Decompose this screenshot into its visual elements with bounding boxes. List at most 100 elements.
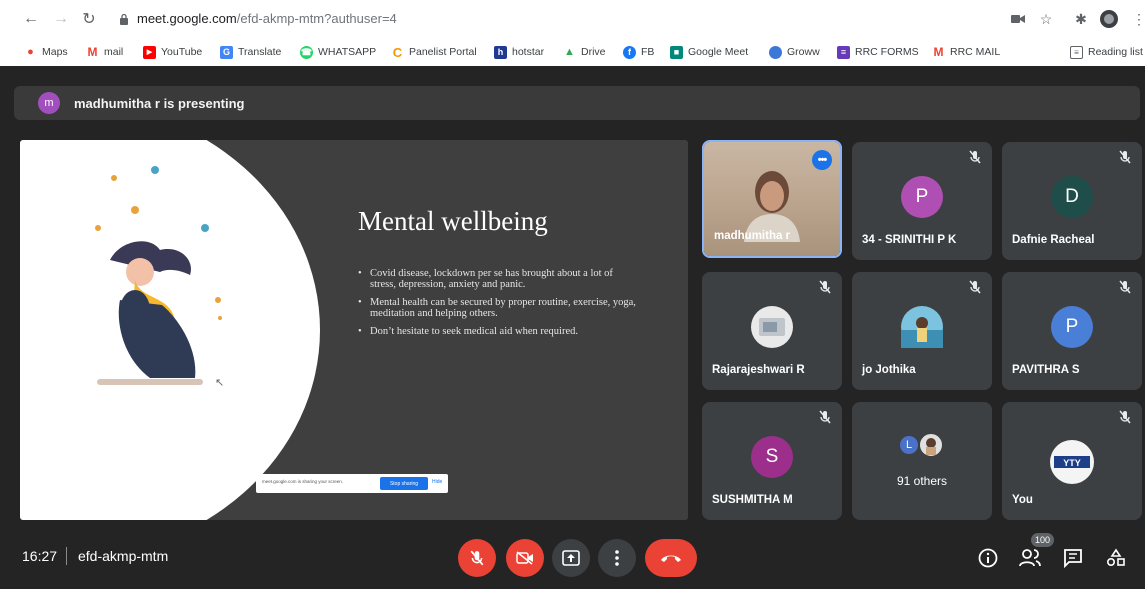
bookmark-google-meet[interactable]: ■ Google Meet bbox=[670, 44, 748, 60]
participant-avatar: S bbox=[751, 436, 793, 478]
reading-list-label: Reading list bbox=[1088, 46, 1143, 58]
bookmark-maps[interactable]: ● Maps bbox=[24, 44, 68, 60]
participant-tile-pavithra[interactable]: P PAVITHRA S bbox=[1002, 272, 1142, 390]
participant-tile-rajarajeshwari[interactable]: Rajarajeshwari R bbox=[702, 272, 842, 390]
participant-photo-avatar bbox=[901, 306, 943, 348]
bookmark-label: RRC FORMS bbox=[855, 46, 919, 58]
chat-icon bbox=[1064, 549, 1082, 568]
bookmark-rrc-mail[interactable]: M RRC MAIL bbox=[932, 44, 1001, 60]
bookmark-panelist-portal[interactable]: C Panelist Portal bbox=[391, 44, 477, 60]
presenting-banner: m madhumitha r is presenting bbox=[14, 86, 1140, 120]
more-options-button[interactable] bbox=[598, 539, 636, 577]
bookmark-label: Groww bbox=[787, 46, 820, 58]
browser-menu-icon[interactable]: ⋮ bbox=[1130, 10, 1145, 28]
meeting-details-button[interactable] bbox=[976, 546, 1000, 570]
others-avatar-letter: L bbox=[898, 434, 920, 456]
mic-toggle-button[interactable] bbox=[458, 539, 496, 577]
participant-name: SUSHMITHA M bbox=[712, 494, 793, 506]
participant-tile-dafnie[interactable]: D Dafnie Racheal bbox=[1002, 142, 1142, 260]
participant-tile-srinithi[interactable]: P 34 - SRINITHI P K bbox=[852, 142, 992, 260]
bookmarks-bar: ● Maps Mmail ▶ YouTube G Translate ☎ WHATSAP… bbox=[0, 38, 1145, 66]
participant-name: madhumitha r bbox=[714, 230, 791, 242]
browser-toolbar: ← → ↻ meet.google.com/efd-akmp-mtm?authu… bbox=[0, 0, 1145, 38]
bookmark-label: Translate bbox=[238, 46, 282, 58]
bookmark-youtube[interactable]: ▶ YouTube bbox=[143, 44, 202, 60]
bookmark-label: Panelist Portal bbox=[409, 46, 477, 58]
activities-button[interactable] bbox=[1104, 546, 1128, 570]
bookmark-fb[interactable]: f FB bbox=[623, 44, 654, 60]
bookmark-whatsapp[interactable]: ☎ WHATSAPP bbox=[300, 44, 376, 60]
participant-tile-you[interactable]: YTY You bbox=[1002, 402, 1142, 520]
address-bar[interactable]: meet.google.com/efd-akmp-mtm?authuser=4 bbox=[137, 11, 397, 26]
hide-button[interactable]: Hide bbox=[432, 479, 442, 485]
profile-avatar-icon[interactable] bbox=[1100, 10, 1118, 28]
bookmark-drive[interactable]: ▲ Drive bbox=[563, 44, 606, 60]
participant-avatar: P bbox=[901, 176, 943, 218]
youtube-icon: ▶ bbox=[143, 45, 156, 59]
maps-pin-icon: ● bbox=[27, 46, 34, 58]
whatsapp-icon: ☎ bbox=[300, 45, 313, 59]
mic-muted-icon bbox=[1119, 150, 1131, 164]
divider bbox=[66, 547, 67, 565]
camera-indicator-icon[interactable] bbox=[1009, 10, 1027, 28]
bookmark-label: Maps bbox=[42, 46, 68, 58]
groww-icon bbox=[769, 45, 782, 59]
participant-photo-avatar bbox=[751, 306, 793, 348]
bookmark-label: hotstar bbox=[512, 46, 545, 58]
present-screen-icon bbox=[562, 550, 580, 566]
extensions-icon[interactable]: ✱ bbox=[1072, 10, 1090, 28]
chat-button[interactable] bbox=[1061, 546, 1085, 570]
participant-name: Rajarajeshwari R bbox=[712, 364, 805, 376]
participant-name: PAVITHRA S bbox=[1012, 364, 1080, 376]
leave-call-button[interactable] bbox=[645, 539, 697, 577]
present-now-button[interactable] bbox=[552, 539, 590, 577]
mic-muted-icon bbox=[1119, 280, 1131, 294]
participant-tile-madhumitha-r[interactable]: ••• madhumitha r bbox=[702, 140, 842, 258]
share-notice-text: meet.google.com is sharing your screen. bbox=[262, 479, 344, 484]
reading-list-icon: ≡ bbox=[1070, 45, 1083, 59]
panelist-portal-icon: C bbox=[392, 44, 403, 60]
mouse-cursor-icon: ↖ bbox=[215, 377, 225, 389]
slide-bullet: Covid disease, lockdown per se has broug… bbox=[358, 268, 638, 290]
camera-toggle-button[interactable] bbox=[506, 539, 544, 577]
bookmark-label: FB bbox=[641, 46, 655, 58]
mic-off-icon bbox=[470, 550, 484, 566]
bookmark-hotstar[interactable]: h hotstar bbox=[494, 44, 544, 60]
lock-icon[interactable] bbox=[115, 10, 133, 28]
stop-sharing-button[interactable]: Stop sharing bbox=[380, 477, 428, 490]
meeting-clock: 16:27 bbox=[22, 548, 58, 564]
facebook-icon: f bbox=[623, 45, 636, 59]
bookmark-label: mail bbox=[104, 46, 124, 58]
others-avatar-photo bbox=[918, 432, 944, 458]
bookmark-label: RRC MAIL bbox=[950, 46, 1001, 58]
participant-name: jo Jothika bbox=[862, 364, 916, 376]
participant-tile-sushmitha[interactable]: S SUSHMITHA M bbox=[702, 402, 842, 520]
bookmark-rrc-forms[interactable]: ≡ RRC FORMS bbox=[837, 44, 919, 60]
url-host: meet.google.com bbox=[137, 11, 237, 26]
woman-illustration bbox=[95, 166, 222, 385]
bookmark-groww[interactable]: Groww bbox=[769, 44, 820, 60]
screen-share-notice: meet.google.com is sharing your screen. … bbox=[256, 474, 448, 493]
slide-title: Mental wellbeing bbox=[358, 206, 548, 236]
bookmark-translate[interactable]: G Translate bbox=[220, 44, 281, 60]
participant-tile-jothika[interactable]: jo Jothika bbox=[852, 272, 992, 390]
reading-list[interactable]: ≡ Reading list bbox=[1070, 44, 1143, 60]
people-icon bbox=[1019, 549, 1041, 567]
reload-icon[interactable]: ↻ bbox=[78, 8, 100, 30]
bookmark-mail[interactable]: Mmail bbox=[86, 44, 124, 60]
back-icon[interactable]: ← bbox=[20, 8, 42, 30]
slide-bullet-list: Covid disease, lockdown per se has broug… bbox=[358, 268, 638, 344]
others-count-label: 91 others bbox=[896, 474, 948, 488]
bookmark-label: WHATSAPP bbox=[318, 46, 377, 58]
drive-icon: ▲ bbox=[564, 46, 575, 58]
more-options-icon[interactable]: ••• bbox=[812, 150, 832, 170]
bookmark-star-icon[interactable]: ☆ bbox=[1037, 10, 1055, 28]
camera-off-icon bbox=[516, 551, 533, 565]
meeting-code: efd-akmp-mtm bbox=[78, 548, 169, 564]
participant-avatar: P bbox=[1051, 306, 1093, 348]
bookmark-label: Drive bbox=[581, 46, 606, 58]
participant-tile-others[interactable]: L 91 others bbox=[852, 402, 992, 520]
info-icon bbox=[978, 548, 998, 568]
forward-icon[interactable]: → bbox=[50, 8, 72, 30]
people-button[interactable] bbox=[1018, 546, 1042, 570]
